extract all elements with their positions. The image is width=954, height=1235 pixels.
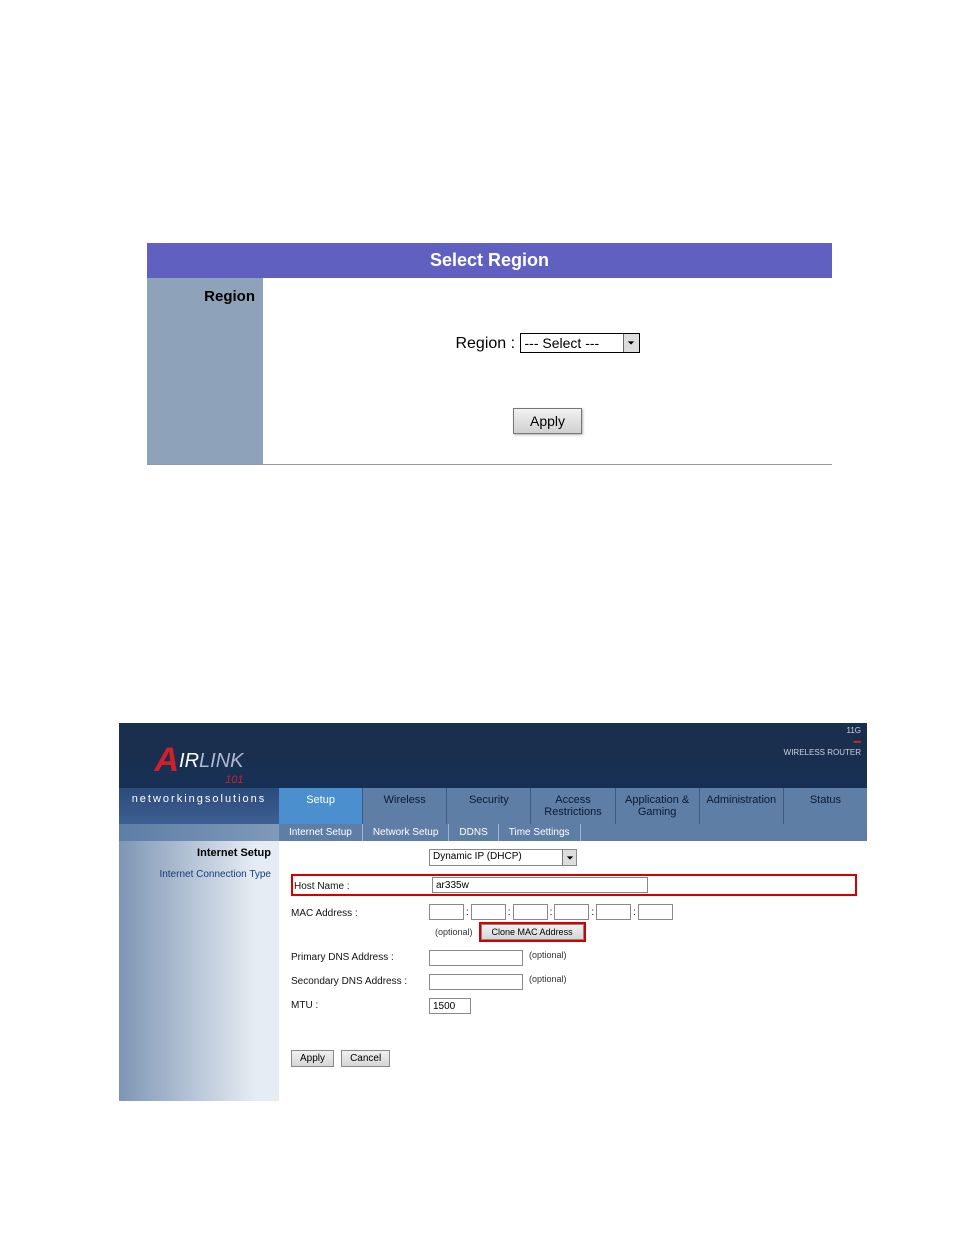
mtu-label: MTU : (291, 998, 429, 1011)
logo-letter-a: A (154, 741, 179, 779)
chevron-down-icon[interactable] (562, 850, 576, 865)
mac-optional-label: (optional) (429, 927, 479, 937)
subtab-time-settings[interactable]: Time Settings (499, 824, 581, 841)
apply-button[interactable]: Apply (513, 408, 582, 434)
tab-administration[interactable]: Administration (700, 788, 784, 824)
row-host-name: Host Name : (291, 874, 857, 896)
button-row: Apply Cancel (291, 1050, 857, 1067)
mac-input-3[interactable] (513, 904, 548, 920)
mtu-input[interactable] (429, 998, 471, 1014)
logo: AIRLINK 101 (119, 723, 279, 788)
row-connection-type: Dynamic IP (DHCP) (291, 849, 857, 866)
tab-access-restrictions[interactable]: Access Restrictions (531, 788, 615, 824)
tagline: networkingsolutions (119, 788, 279, 824)
content-left: Internet Setup Internet Connection Type (119, 841, 279, 1101)
tab-wireless[interactable]: Wireless (363, 788, 447, 824)
secondary-dns-optional: (optional) (523, 974, 573, 984)
region-label: Region : (455, 335, 515, 352)
cancel-button[interactable]: Cancel (341, 1050, 390, 1067)
mac-input-2[interactable] (471, 904, 506, 920)
region-row: Region : --- Select --- (263, 333, 832, 353)
row-secondary-dns: Secondary DNS Address : (optional) (291, 974, 857, 990)
region-panel-title: Select Region (147, 243, 832, 278)
region-sidebar-label: Region (147, 278, 263, 464)
mac-fields: : : : : : (optional) Clone MAC Address (429, 904, 673, 942)
row-mtu: MTU : (291, 998, 857, 1014)
badge-line1: 11G (784, 727, 861, 736)
section-subheading: Internet Connection Type (119, 869, 271, 880)
swoosh-icon: ━ (784, 736, 861, 749)
tab-setup[interactable]: Setup (279, 788, 363, 824)
mac-input-5[interactable] (596, 904, 631, 920)
form-area: Dynamic IP (DHCP) Host Name : MAC Addres… (279, 841, 867, 1101)
host-name-input[interactable] (432, 877, 648, 893)
apply-button[interactable]: Apply (291, 1050, 334, 1067)
tab-status[interactable]: Status (784, 788, 867, 824)
subtab-ddns[interactable]: DDNS (449, 824, 498, 841)
tab-application-gaming[interactable]: Application & Gaming (616, 788, 700, 824)
clone-mac-button[interactable]: Clone MAC Address (481, 924, 584, 940)
subtab-network-setup[interactable]: Network Setup (363, 824, 450, 841)
region-select-value: --- Select --- (525, 335, 600, 351)
main-nav: networkingsolutions Setup Wireless Secur… (119, 788, 867, 824)
badge-line2: WIRELESS ROUTER (784, 749, 861, 758)
section-heading: Internet Setup (119, 847, 271, 859)
router-admin-panel: AIRLINK 101 11G ━ WIRELESS ROUTER networ… (119, 723, 867, 1101)
primary-dns-label: Primary DNS Address : (291, 950, 429, 963)
mac-address-label: MAC Address : (291, 904, 429, 919)
mac-input-6[interactable] (638, 904, 673, 920)
subnav-spacer (119, 824, 279, 841)
connection-type-value: Dynamic IP (DHCP) (433, 851, 522, 862)
product-badge: 11G ━ WIRELESS ROUTER (784, 723, 867, 788)
mac-input-4[interactable] (554, 904, 589, 920)
row-mac-address: MAC Address : : : : : : (optional) Clone… (291, 904, 857, 942)
secondary-dns-input[interactable] (429, 974, 523, 990)
router-header: AIRLINK 101 11G ━ WIRELESS ROUTER (119, 723, 867, 788)
row-primary-dns: Primary DNS Address : (optional) (291, 950, 857, 966)
primary-dns-input[interactable] (429, 950, 523, 966)
tab-security[interactable]: Security (447, 788, 531, 824)
secondary-dns-label: Secondary DNS Address : (291, 974, 429, 987)
host-name-label: Host Name : (294, 879, 432, 892)
mac-input-1[interactable] (429, 904, 464, 920)
connection-type-select[interactable]: Dynamic IP (DHCP) (429, 849, 577, 866)
region-select[interactable]: --- Select --- (520, 333, 640, 353)
region-main: Region : --- Select --- Apply (263, 278, 832, 464)
logo-letter-ir: IR (179, 750, 199, 772)
content: Internet Setup Internet Connection Type … (119, 841, 867, 1101)
spacer (291, 849, 429, 851)
region-body: Region Region : --- Select --- Apply (147, 278, 832, 465)
subtab-internet-setup[interactable]: Internet Setup (279, 824, 363, 841)
logo-letter-link: LINK (199, 750, 243, 772)
select-region-panel: Select Region Region Region : --- Select… (147, 243, 832, 465)
chevron-down-icon[interactable] (623, 334, 639, 352)
sub-nav: Internet Setup Network Setup DDNS Time S… (119, 824, 867, 841)
primary-dns-optional: (optional) (523, 950, 573, 960)
